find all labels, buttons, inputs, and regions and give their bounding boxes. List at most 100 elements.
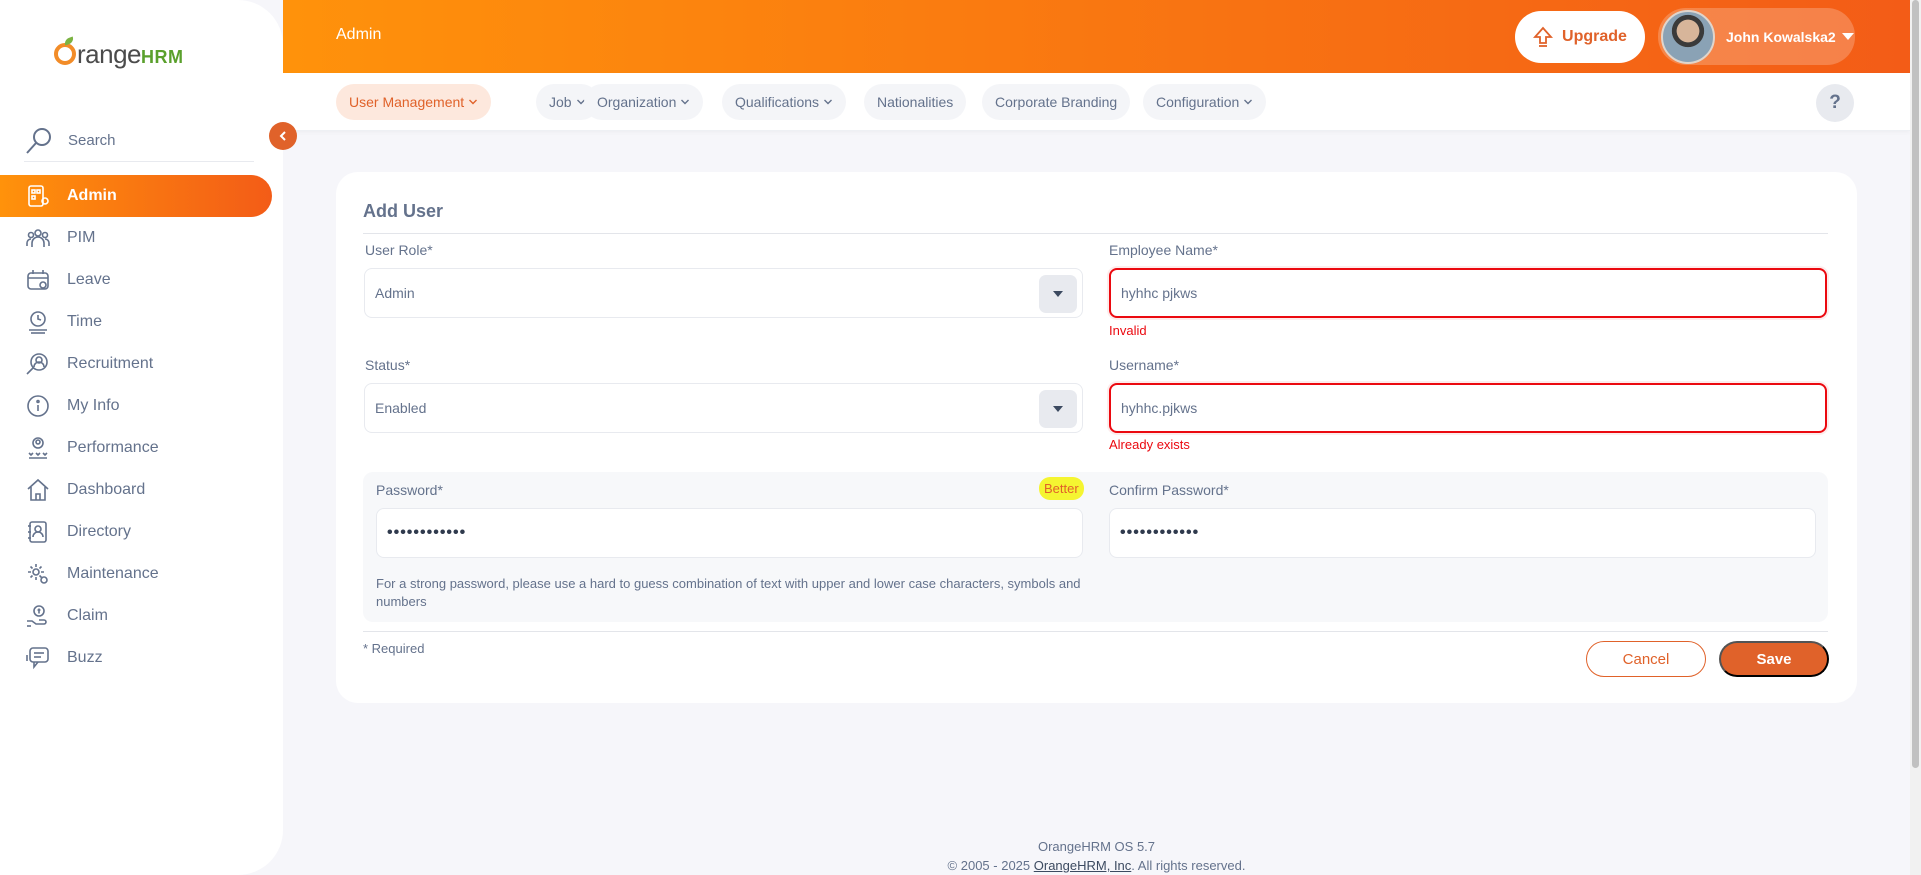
sidebar: range HRM Admin PIM Leave (0, 0, 283, 875)
sidebar-item-label: My Info (67, 397, 120, 414)
copyright-suffix: . All rights reserved. (1131, 858, 1246, 873)
status-value: Enabled (375, 400, 427, 416)
sidebar-item-label: Performance (67, 439, 159, 456)
recruitment-icon (26, 352, 50, 376)
upgrade-button[interactable]: Upgrade (1515, 11, 1645, 63)
tab-label: Qualifications (735, 94, 820, 110)
footer: OrangeHRM OS 5.7 © 2005 - 2025 OrangeHRM… (283, 837, 1910, 875)
sidebar-item-label: Admin (67, 187, 117, 204)
sidebar-item-label: Buzz (67, 649, 103, 666)
search-icon (24, 126, 54, 156)
confirm-password-value: •••••••••••• (1120, 524, 1200, 541)
divider (363, 233, 1828, 234)
maintenance-icon (26, 562, 50, 586)
footer-copyright: © 2005 - 2025 OrangeHRM, Inc. All rights… (283, 856, 1910, 875)
user-dropdown[interactable]: John Kowalska2 (1658, 8, 1855, 65)
my-info-icon (26, 394, 50, 418)
tab-label: Nationalities (877, 94, 954, 110)
tab-label: Configuration (1156, 94, 1240, 110)
status-select[interactable]: Enabled (364, 383, 1083, 433)
tab-corporate-branding[interactable]: Corporate Branding (982, 84, 1131, 120)
sidebar-item-leave[interactable]: Leave (0, 259, 272, 301)
time-icon (26, 310, 50, 334)
chevron-down-icon (468, 97, 478, 107)
caret-down-icon (1841, 33, 1854, 40)
sidebar-item-label: Time (67, 313, 102, 330)
search-input[interactable] (68, 132, 218, 149)
confirm-password-input[interactable]: •••••••••••• (1109, 508, 1816, 558)
sidebar-item-my-info[interactable]: My Info (0, 385, 272, 427)
tab-configuration[interactable]: Configuration (1143, 84, 1267, 120)
sidebar-item-label: Directory (67, 523, 132, 540)
company-link[interactable]: OrangeHRM, Inc (1034, 858, 1132, 873)
page-title: Admin (336, 26, 382, 43)
scrollbar-thumb[interactable] (1912, 0, 1919, 768)
password-hint: For a strong password, please use a hard… (376, 576, 1081, 609)
leave-icon (26, 268, 50, 292)
add-user-form-card: Add User User Role* Admin Employee Name*… (336, 172, 1857, 703)
sidebar-item-label: Maintenance (67, 565, 159, 582)
tab-qualifications[interactable]: Qualifications (722, 84, 847, 120)
sidebar-menu: Admin PIM Leave Time Recruitment My Info… (0, 175, 272, 679)
employee-name-error: Invalid (1109, 323, 1147, 338)
upgrade-label: Upgrade (1562, 28, 1627, 45)
password-label: Password* (376, 482, 443, 498)
sidebar-item-label: Recruitment (67, 355, 154, 372)
upgrade-arrow-icon (1533, 26, 1554, 48)
pim-icon (26, 226, 50, 250)
tab-label: Organization (597, 94, 677, 110)
logo-text-hrm: HRM (141, 46, 184, 67)
top-navigation-tabs: User Management Job Organization Qualifi… (283, 73, 1910, 131)
user-role-value: Admin (375, 285, 415, 301)
password-value: •••••••••••• (387, 524, 467, 541)
buzz-icon (26, 646, 50, 670)
orange-logo-icon (54, 36, 76, 65)
password-input[interactable]: •••••••••••• (376, 508, 1083, 558)
avatar (1661, 9, 1715, 64)
help-button[interactable]: ? (1816, 84, 1854, 122)
tab-organization[interactable]: Organization (584, 84, 704, 120)
footer-version: OrangeHRM OS 5.7 (1037, 839, 1156, 854)
divider (363, 631, 1828, 632)
required-note: * Required (363, 641, 425, 656)
sidebar-item-recruitment[interactable]: Recruitment (0, 343, 272, 385)
admin-icon (26, 184, 50, 208)
username-input[interactable] (1109, 383, 1827, 433)
sidebar-item-time[interactable]: Time (0, 301, 272, 343)
sidebar-item-admin[interactable]: Admin (0, 175, 272, 217)
tab-user-management[interactable]: User Management (336, 84, 492, 120)
sidebar-item-pim[interactable]: PIM (0, 217, 272, 259)
select-caret-icon (1039, 275, 1077, 313)
chevron-down-icon (1243, 97, 1253, 107)
tab-label: Job (549, 94, 572, 110)
user-role-label: User Role* (365, 242, 433, 258)
confirm-password-label: Confirm Password* (1109, 482, 1229, 498)
orangehrm-logo[interactable]: range HRM (54, 32, 194, 76)
sidebar-item-label: Leave (67, 271, 111, 288)
sidebar-item-claim[interactable]: Claim (0, 595, 272, 637)
chevron-down-icon (823, 97, 833, 107)
sidebar-search (24, 120, 254, 162)
tab-nationalities[interactable]: Nationalities (864, 84, 967, 120)
username-label: Username* (1109, 357, 1180, 373)
user-role-select[interactable]: Admin (364, 268, 1083, 318)
sidebar-item-buzz[interactable]: Buzz (0, 637, 272, 679)
copyright-prefix: © 2005 - 2025 (947, 858, 1034, 873)
employee-name-input[interactable] (1109, 268, 1827, 318)
select-caret-icon (1039, 390, 1077, 428)
save-button[interactable]: Save (1719, 641, 1829, 677)
form-title: Add User (363, 201, 444, 221)
logo-text-range: range (77, 38, 142, 69)
sidebar-item-dashboard[interactable]: Dashboard (0, 469, 272, 511)
tab-label: Corporate Branding (995, 94, 1118, 110)
sidebar-item-directory[interactable]: Directory (0, 511, 272, 553)
cancel-button[interactable]: Cancel (1586, 641, 1706, 677)
sidebar-item-label: Dashboard (67, 481, 146, 498)
sidebar-item-maintenance[interactable]: Maintenance (0, 553, 272, 595)
password-strength-badge: Better (1039, 477, 1084, 500)
sidebar-item-performance[interactable]: Performance (0, 427, 272, 469)
sidebar-collapse-button[interactable] (269, 122, 297, 150)
status-label: Status* (365, 357, 411, 373)
sidebar-item-label: Claim (67, 607, 108, 624)
performance-icon (26, 436, 50, 460)
